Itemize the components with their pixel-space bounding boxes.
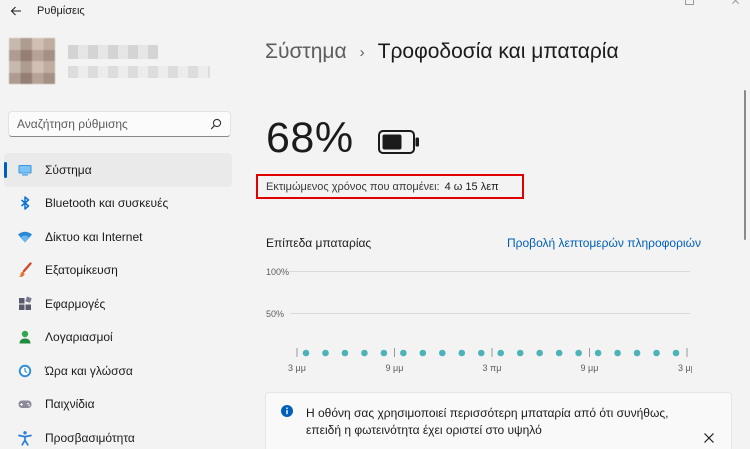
chart-data-point (633, 349, 641, 357)
sidebar-item-label: Παιχνίδια (45, 397, 95, 412)
wifi-icon (17, 229, 33, 245)
minimize-button[interactable] (620, 0, 666, 10)
battery-level-chart: 100% 50% 3 μμ 9 μμ 3 πμ 9 μμ 3 μμ (266, 267, 692, 373)
globe-clock-icon (17, 363, 33, 379)
profile-email-blurred (68, 66, 210, 78)
chart-x-tick-label: 3 μμ (678, 363, 692, 373)
info-message: Η οθόνη σας χρησιμοποιεί περισσότερη μπα… (306, 406, 669, 437)
person-icon (17, 329, 33, 345)
sidebar-item-network[interactable]: Δίκτυο και Internet (4, 220, 232, 254)
sidebar-item-label: Εξατομίκευση (45, 263, 118, 278)
chart-data-point (516, 349, 524, 357)
chart-data-point (400, 349, 407, 357)
gamepad-icon (17, 396, 33, 412)
breadcrumb: Σύστημα › Τροφοδοσία και μπαταρία (265, 40, 619, 64)
sidebar-item-label: Bluetooth και συσκευές (45, 196, 169, 211)
chart-data-point (439, 349, 446, 357)
monitor-icon (17, 162, 33, 178)
chart-x-tick-label: 3 πμ (483, 363, 502, 373)
view-details-link[interactable]: Προβολή λεπτομερών πληροφοριών (507, 236, 701, 250)
chart-data-point (458, 349, 466, 357)
sidebar-item-personalization[interactable]: Εξατομίκευση (4, 254, 232, 288)
chart-data-point (614, 349, 621, 357)
maximize-button[interactable] (666, 0, 712, 10)
apps-icon (17, 296, 33, 312)
sidebar-item-time-language[interactable]: Ώρα και γλώσσα (4, 354, 232, 388)
maximize-icon (685, 0, 694, 5)
chart-data-point (653, 349, 660, 357)
close-icon[interactable] (702, 431, 716, 445)
info-bar: Η οθόνη σας χρησιμοποιεί περισσότερη μπα… (265, 392, 732, 449)
chart-data-point (536, 349, 543, 357)
sidebar-item-label: Προσβασιμότητα (45, 430, 135, 445)
chart-data-point (477, 349, 485, 357)
profile-name-blurred (68, 45, 158, 59)
sidebar-item-accessibility[interactable]: Προσβασιμότητα (4, 421, 232, 449)
sidebar-item-gaming[interactable]: Παιχνίδια (4, 388, 232, 422)
chart-data-point (672, 349, 680, 357)
breadcrumb-separator: › (359, 43, 365, 61)
chart-data-point (380, 349, 388, 357)
chart-data-point (361, 349, 368, 357)
bluetooth-icon (17, 195, 33, 211)
chart-data-point (594, 349, 602, 357)
sidebar-item-accounts[interactable]: Λογαριασμοί (4, 321, 232, 355)
scrollbar[interactable] (744, 90, 746, 240)
chart-x-tick-label: 3 μμ (288, 363, 306, 373)
chart-data-point (419, 349, 427, 357)
window-title: Ρυθμίσεις (37, 5, 85, 17)
chart-data-point (341, 349, 349, 357)
estimated-time-label: Εκτιμώμενος χρόνος που απομένει: (266, 180, 440, 193)
arrow-left-icon (10, 6, 21, 16)
info-icon (281, 405, 293, 417)
sidebar-item-label: Σύστημα (45, 162, 92, 177)
sidebar-nav: Σύστημα Bluetooth και συσκευές Δίκτυο κα… (4, 153, 232, 449)
back-button[interactable] (6, 2, 26, 20)
chart-data-point (497, 349, 505, 357)
close-window-button[interactable] (712, 0, 750, 10)
chart-data-point (575, 349, 582, 357)
battery-levels-title: Επίπεδα μπαταρίας (266, 236, 372, 250)
sidebar-item-label: Εφαρμογές (45, 296, 106, 311)
chart-data-point (555, 349, 563, 357)
chart-y-tick-label: 50% (266, 309, 284, 319)
chart-data-point (302, 349, 310, 357)
sidebar-item-label: Δίκτυο και Internet (45, 229, 143, 244)
battery-percent: 68% (266, 114, 354, 162)
chart-x-tick-label: 9 μμ (581, 363, 599, 373)
sidebar-item-system[interactable]: Σύστημα (4, 153, 232, 187)
avatar[interactable] (9, 38, 55, 84)
sidebar-item-label: Ώρα και γλώσσα (45, 363, 133, 378)
title-bar: Ρυθμίσεις (0, 0, 750, 24)
chart-y-tick-label: 100% (266, 267, 289, 277)
page-title: Τροφοδοσία και μπαταρία (377, 40, 619, 63)
accessibility-icon (17, 430, 33, 446)
estimated-time-value: 4 ω 15 λεπ (444, 180, 499, 193)
sidebar-item-label: Λογαριασμοί (45, 330, 113, 345)
chart-data-point (322, 349, 329, 357)
paintbrush-icon (17, 262, 33, 278)
close-icon (731, 0, 740, 5)
sidebar-item-bluetooth[interactable]: Bluetooth και συσκευές (4, 187, 232, 221)
chart-x-tick-label: 9 μμ (386, 363, 404, 373)
battery-icon (378, 130, 419, 154)
search-box[interactable] (8, 111, 231, 137)
search-icon[interactable] (210, 118, 222, 130)
search-input[interactable] (17, 116, 207, 132)
breadcrumb-parent[interactable]: Σύστημα (265, 40, 347, 64)
sidebar-item-apps[interactable]: Εφαρμογές (4, 287, 232, 321)
estimated-time-highlight: Εκτιμώμενος χρόνος που απομένει: 4 ω 15 … (256, 174, 524, 199)
